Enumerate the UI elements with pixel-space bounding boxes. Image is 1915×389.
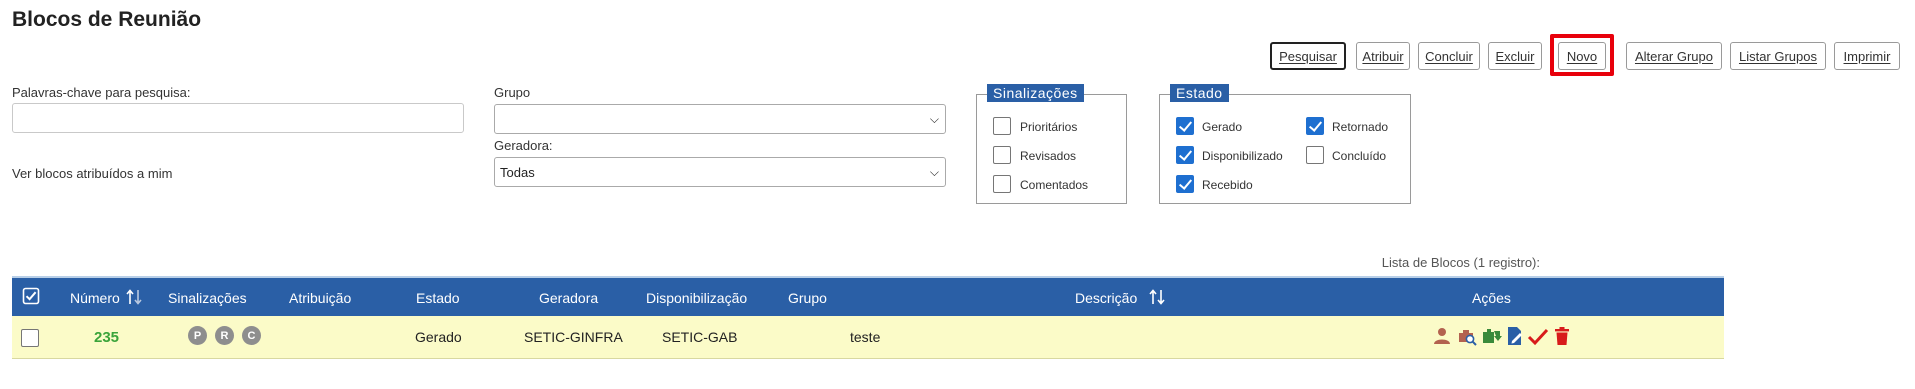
checkbox-concluido[interactable] bbox=[1306, 146, 1324, 164]
checkbox-label-retornado: Retornado bbox=[1332, 120, 1389, 134]
trash-icon[interactable] bbox=[1551, 325, 1573, 347]
col-acoes: Ações bbox=[1472, 290, 1511, 306]
excluir-button[interactable]: Excluir bbox=[1488, 42, 1542, 70]
checkbox-label-gerado: Gerado bbox=[1202, 120, 1243, 134]
col-numero[interactable]: Número bbox=[70, 290, 120, 306]
edit-icon[interactable] bbox=[1504, 325, 1526, 347]
imprimir-button[interactable]: Imprimir bbox=[1834, 42, 1900, 70]
row-checkbox[interactable] bbox=[21, 329, 39, 347]
sinalizacoes-fieldset: Sinalizações Prioritários Revisados Come… bbox=[976, 84, 1127, 204]
assigned-to-me-label[interactable]: Ver blocos atribuídos a mim bbox=[12, 166, 172, 181]
listar-grupos-button[interactable]: Listar Grupos bbox=[1730, 42, 1826, 70]
col-disponibilizacao: Disponibilização bbox=[646, 290, 748, 306]
revisado-badge[interactable]: R bbox=[215, 326, 234, 345]
sort-icon[interactable] bbox=[1148, 288, 1166, 309]
checkbox-label-comentados: Comentados bbox=[1020, 178, 1089, 192]
concluir-check-icon[interactable] bbox=[1527, 325, 1549, 347]
row-numero-link[interactable]: 235 bbox=[94, 329, 119, 346]
table-row: 235 P R C Gerado SETIC-GINFRA SETIC-GAB … bbox=[12, 316, 1724, 359]
col-atribuicao: Atribuição bbox=[289, 290, 352, 306]
chevron-down-icon: ⌵ bbox=[929, 112, 939, 126]
estado-fieldset: Estado Gerado Retornado Disponibilizado … bbox=[1159, 84, 1411, 204]
estado-legend: Estado bbox=[1170, 84, 1229, 102]
checkbox-label-recebido: Recebido bbox=[1202, 178, 1253, 192]
chevron-down-icon: ⌵ bbox=[929, 165, 939, 179]
row-estado: Gerado bbox=[415, 329, 462, 345]
atribuir-button[interactable]: Atribuir bbox=[1356, 42, 1410, 70]
checkbox-revisados[interactable] bbox=[993, 146, 1011, 164]
row-geradora: SETIC-GINFRA bbox=[524, 329, 623, 345]
pesquisar-button[interactable]: Pesquisar bbox=[1270, 42, 1346, 70]
table-caption: Lista de Blocos (1 registro): bbox=[1381, 255, 1540, 270]
grupo-label: Grupo bbox=[494, 85, 531, 100]
sinalizacoes-legend: Sinalizações bbox=[987, 84, 1084, 102]
geradora-label: Geradora: bbox=[494, 138, 553, 153]
checkbox-retornado[interactable] bbox=[1306, 117, 1324, 135]
checkbox-label-disponibilizado: Disponibilizado bbox=[1202, 149, 1283, 163]
checkbox-disponibilizado[interactable] bbox=[1176, 146, 1194, 164]
col-geradora: Geradora bbox=[539, 290, 599, 306]
col-estado: Estado bbox=[416, 290, 460, 306]
row-descricao: teste bbox=[850, 329, 881, 345]
checkbox-recebido[interactable] bbox=[1176, 175, 1194, 193]
novo-highlight bbox=[1550, 34, 1614, 76]
keywords-input[interactable] bbox=[12, 103, 464, 133]
checkbox-comentados[interactable] bbox=[993, 175, 1011, 193]
checkbox-label-prioritarios: Prioritários bbox=[1020, 120, 1078, 134]
select-all-icon[interactable] bbox=[22, 287, 40, 308]
disponibilizar-icon[interactable] bbox=[1481, 325, 1503, 347]
table-header: Número Sinalizações Atribuição Estado Ge… bbox=[12, 276, 1724, 316]
checkbox-gerado[interactable] bbox=[1176, 117, 1194, 135]
row-disponibilizacao: SETIC-GAB bbox=[662, 329, 738, 345]
comentado-badge[interactable]: C bbox=[242, 326, 261, 345]
checkbox-prioritarios[interactable] bbox=[993, 117, 1011, 135]
col-sinalizacoes: Sinalizações bbox=[168, 290, 247, 306]
grupo-select[interactable]: ⌵ bbox=[494, 104, 946, 134]
page-title: Blocos de Reunião bbox=[12, 8, 202, 31]
alterar-grupo-button[interactable]: Alterar Grupo bbox=[1626, 42, 1722, 70]
concluir-button[interactable]: Concluir bbox=[1418, 42, 1480, 70]
col-descricao[interactable]: Descrição bbox=[1075, 290, 1137, 306]
keywords-label: Palavras-chave para pesquisa: bbox=[12, 85, 191, 100]
col-grupo: Grupo bbox=[788, 290, 827, 306]
checkbox-label-revisados: Revisados bbox=[1020, 149, 1077, 163]
sort-icon[interactable] bbox=[125, 288, 143, 309]
geradora-select-value: Todas bbox=[500, 164, 535, 180]
user-icon[interactable] bbox=[1431, 325, 1453, 347]
checkbox-label-concluido: Concluído bbox=[1332, 149, 1387, 163]
view-processes-icon[interactable] bbox=[1456, 325, 1478, 347]
prioritario-badge[interactable]: P bbox=[188, 326, 207, 345]
geradora-select[interactable]: Todas ⌵ bbox=[494, 157, 946, 187]
